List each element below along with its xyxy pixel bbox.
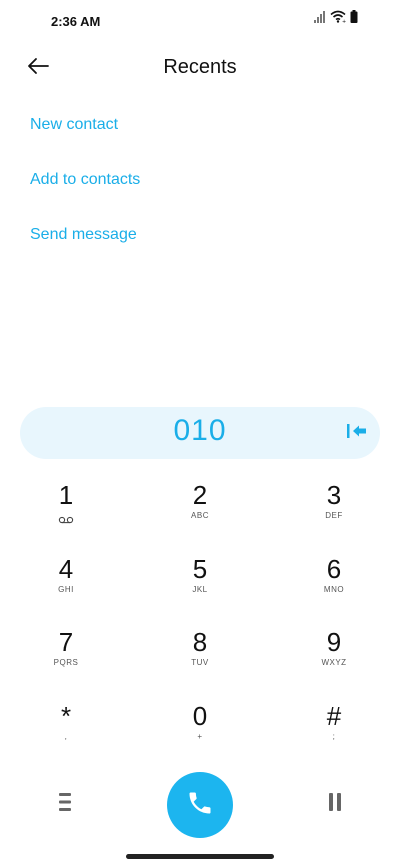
key-letters: TUV (191, 658, 209, 667)
key-letters: PQRS (53, 658, 79, 667)
key-letters: GHI (58, 585, 74, 594)
key-letters: + (197, 732, 203, 741)
key-3[interactable]: 3 DEF (284, 474, 384, 538)
key-digit: 1 (58, 480, 74, 510)
key-digit: 8 (192, 627, 208, 657)
backspace-button[interactable] (344, 421, 370, 445)
key-letters: WXYZ (321, 658, 347, 667)
key-1[interactable]: 1 (16, 474, 116, 538)
key-digit: 7 (58, 627, 74, 657)
menu-icon (58, 791, 72, 818)
svg-text:+: + (342, 19, 346, 23)
key-letters: JKL (192, 585, 208, 594)
pause-icon (327, 791, 343, 818)
key-digit: # (326, 701, 342, 731)
key-digit: 2 (192, 480, 208, 510)
wifi-icon: + (330, 10, 346, 28)
key-digit: 5 (192, 554, 208, 584)
battery-icon (350, 10, 358, 28)
key-digit: 0 (192, 701, 208, 731)
number-display: 010 (20, 407, 380, 459)
key-2[interactable]: 2 ABC (150, 474, 250, 538)
key-digit: 4 (58, 554, 74, 584)
key-digit: 9 (326, 627, 342, 657)
key-8[interactable]: 8 TUV (150, 621, 250, 685)
status-bar: 2:36 AM + (0, 0, 400, 44)
new-contact-link[interactable]: New contact (30, 116, 118, 134)
key-5[interactable]: 5 JKL (150, 548, 250, 612)
dialed-number: 010 (173, 414, 227, 447)
voicemail-icon (16, 511, 116, 524)
key-0[interactable]: 0 + (150, 695, 250, 759)
key-letters: ; (332, 732, 336, 741)
key-6[interactable]: 6 MNO (284, 548, 384, 612)
home-indicator[interactable] (126, 854, 274, 859)
pause-button[interactable] (322, 790, 348, 818)
page-title: Recents (163, 56, 237, 78)
backspace-icon (346, 422, 368, 445)
send-message-link[interactable]: Send message (30, 226, 137, 244)
key-letters: ABC (191, 511, 209, 520)
key-star[interactable]: * , (16, 695, 116, 759)
key-letters: DEF (325, 511, 343, 520)
status-icons: + (314, 10, 358, 28)
call-button[interactable] (167, 772, 233, 838)
signal-icon (314, 10, 326, 28)
key-4[interactable]: 4 GHI (16, 548, 116, 612)
add-to-contacts-link[interactable]: Add to contacts (30, 171, 140, 189)
menu-button[interactable] (52, 790, 78, 818)
key-digit: 6 (326, 554, 342, 584)
status-time: 2:36 AM (51, 14, 101, 29)
key-hash[interactable]: # ; (284, 695, 384, 759)
key-digit: 3 (326, 480, 342, 510)
key-letters: MNO (323, 585, 345, 594)
key-letters: , (64, 732, 68, 741)
key-digit: * (60, 701, 72, 731)
phone-icon (186, 789, 214, 822)
header: Recents (0, 48, 400, 88)
key-7[interactable]: 7 PQRS (16, 621, 116, 685)
key-9[interactable]: 9 WXYZ (284, 621, 384, 685)
